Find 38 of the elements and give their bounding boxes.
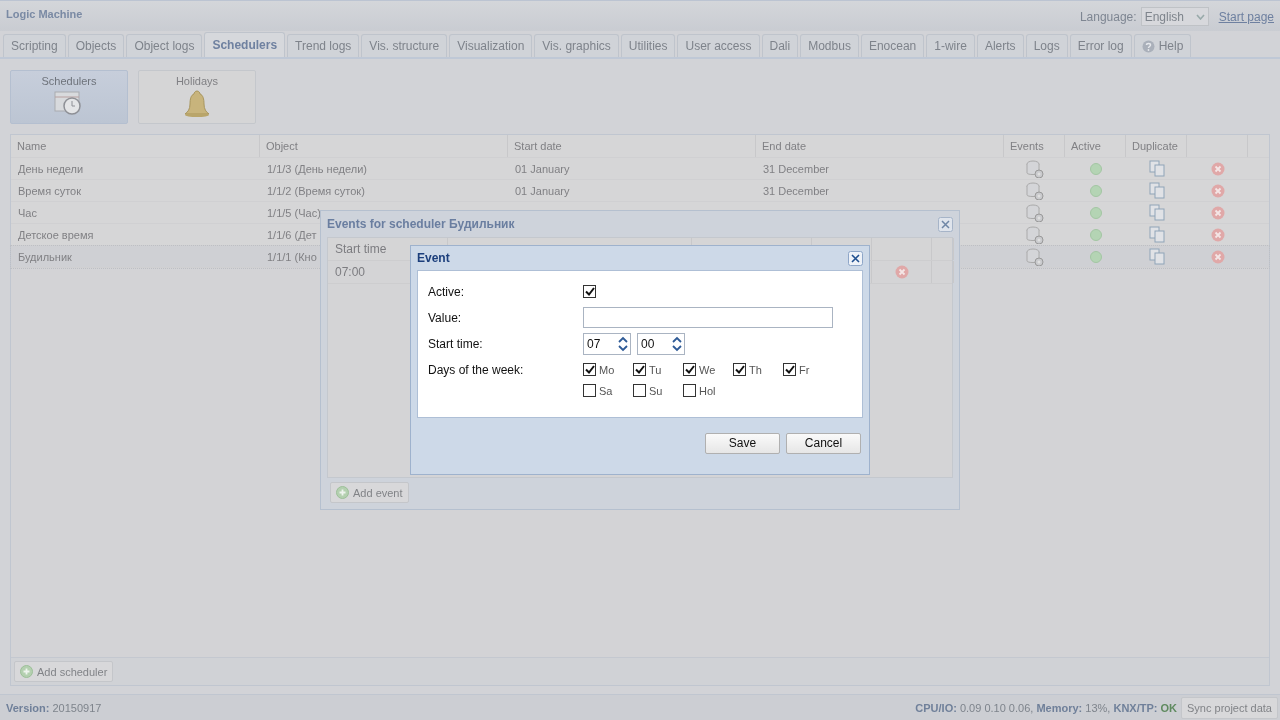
field-label: Value: — [428, 310, 463, 325]
table-cell: 1/1/1 (Кно — [267, 250, 317, 263]
field-label: Days of the week: — [428, 363, 525, 377]
column-header: Start date — [508, 135, 756, 157]
table-cell: 1/1/6 (Дет — [267, 228, 317, 241]
table-cell: Час — [18, 206, 37, 219]
checkbox-label: Tu — [649, 363, 662, 376]
checkbox-label: Su — [649, 384, 663, 397]
field-label: Start time: — [428, 337, 484, 351]
column-header: Events — [1004, 135, 1065, 157]
table-cell: 01 January — [515, 184, 570, 197]
checkbox-label: Sa — [599, 384, 613, 397]
checkbox-label: Th — [749, 363, 762, 376]
table-cell: Будильник — [18, 250, 72, 263]
table-cell: 1/1/5 (Час) — [267, 206, 321, 219]
column-header: End date — [756, 135, 1004, 157]
checkbox-label: Hol — [699, 384, 716, 397]
table-cell: День недели — [18, 162, 84, 175]
app-title: Logic Machine — [6, 8, 83, 20]
checkbox-label: Fr — [799, 363, 810, 376]
table-cell: 1/1/3 (День недели) — [267, 162, 367, 175]
column-header: Active — [1065, 135, 1126, 157]
version-text: Version: 20150917 — [6, 701, 102, 714]
table-cell: 31 December — [763, 184, 830, 197]
table-cell: 31 December — [763, 162, 830, 175]
table-cell: 01 January — [515, 162, 570, 175]
table-cell: Детское время — [18, 228, 94, 241]
column-header: Object — [260, 135, 508, 157]
column-header: Duplicate — [1126, 135, 1187, 157]
checkbox-label: We — [699, 363, 716, 376]
table-cell: 1/1/2 (Время суток) — [267, 184, 365, 197]
checkbox-label: Mo — [599, 363, 615, 376]
language-label: Language: — [1079, 9, 1137, 24]
table-cell: Время суток — [18, 184, 81, 197]
system-status-text: CPU/IO: 0.09 0.10 0.06, Memory: 13%, KNX/TP: OK — [915, 701, 1177, 714]
field-label: Active: — [428, 284, 465, 299]
window-title: Events for scheduler Будильник — [327, 217, 515, 231]
column-header: Name — [11, 135, 260, 157]
